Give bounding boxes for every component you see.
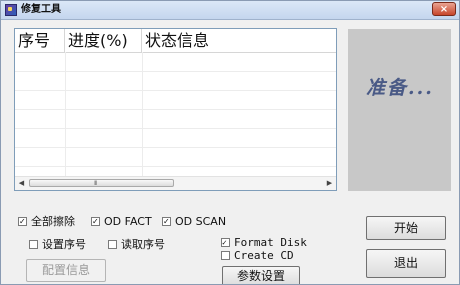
grid-line	[15, 128, 336, 129]
column-header-serial[interactable]: 序号	[15, 29, 65, 52]
grid-line	[15, 166, 336, 167]
format-disk-checkbox[interactable]: Format Disk	[221, 236, 307, 250]
params-settings-button[interactable]: 参数设置	[222, 266, 300, 284]
od-fact-checkbox[interactable]: OD FACT	[91, 215, 152, 229]
progress-list[interactable]: 序号 进度(%) 状态信息 ◀ III ▶	[14, 28, 337, 191]
title-bar[interactable]: 修复工具 ×	[1, 1, 459, 20]
grid-line	[15, 109, 336, 110]
grid-line	[15, 147, 336, 148]
status-panel: 准备...	[348, 29, 451, 191]
horizontal-scrollbar[interactable]: ◀ III ▶	[15, 176, 336, 190]
od-fact-label: OD FACT	[104, 215, 152, 228]
checkbox-unchecked-icon	[29, 240, 38, 249]
scroll-right-icon[interactable]: ▶	[323, 177, 336, 190]
column-header-status-info[interactable]: 状态信息	[142, 29, 336, 52]
grid-line	[15, 90, 336, 91]
checkbox-checked-icon	[162, 217, 171, 226]
start-button[interactable]: 开始	[366, 216, 446, 240]
checkbox-unchecked-icon	[221, 251, 230, 260]
read-serial-checkbox[interactable]: 读取序号	[108, 238, 165, 252]
checkbox-checked-icon	[91, 217, 100, 226]
format-disk-label: Format Disk	[234, 236, 307, 249]
list-header: 序号 进度(%) 状态信息	[15, 29, 336, 53]
scrollbar-thumb[interactable]: III	[29, 179, 174, 187]
create-cd-label: Create CD	[234, 249, 294, 262]
close-button[interactable]: ×	[432, 2, 456, 16]
scrollbar-grip-icon: III	[94, 180, 97, 187]
set-serial-checkbox[interactable]: 设置序号	[29, 238, 86, 252]
full-erase-checkbox[interactable]: 全部擦除	[18, 215, 75, 229]
read-serial-label: 读取序号	[121, 238, 165, 251]
checkbox-checked-icon	[221, 238, 230, 247]
status-text: 准备...	[366, 77, 434, 99]
scroll-left-icon[interactable]: ◀	[15, 177, 28, 190]
grid-line	[142, 52, 143, 178]
grid-line	[15, 71, 336, 72]
od-scan-checkbox[interactable]: OD SCAN	[162, 215, 226, 229]
app-icon	[5, 4, 17, 16]
config-info-button[interactable]: 配置信息	[26, 259, 106, 282]
checkbox-unchecked-icon	[108, 240, 117, 249]
repair-tool-window: 修复工具 × 序号 进度(%) 状态信息 ◀ III ▶ 准备... 全部擦除 …	[0, 0, 460, 285]
grid-line	[65, 52, 66, 178]
column-header-progress[interactable]: 进度(%)	[65, 29, 142, 52]
window-title: 修复工具	[21, 4, 61, 15]
exit-button[interactable]: 退出	[366, 249, 446, 278]
checkbox-checked-icon	[18, 217, 27, 226]
create-cd-checkbox[interactable]: Create CD	[221, 249, 294, 263]
od-scan-label: OD SCAN	[175, 215, 227, 228]
set-serial-label: 设置序号	[42, 238, 86, 251]
full-erase-label: 全部擦除	[31, 215, 75, 228]
